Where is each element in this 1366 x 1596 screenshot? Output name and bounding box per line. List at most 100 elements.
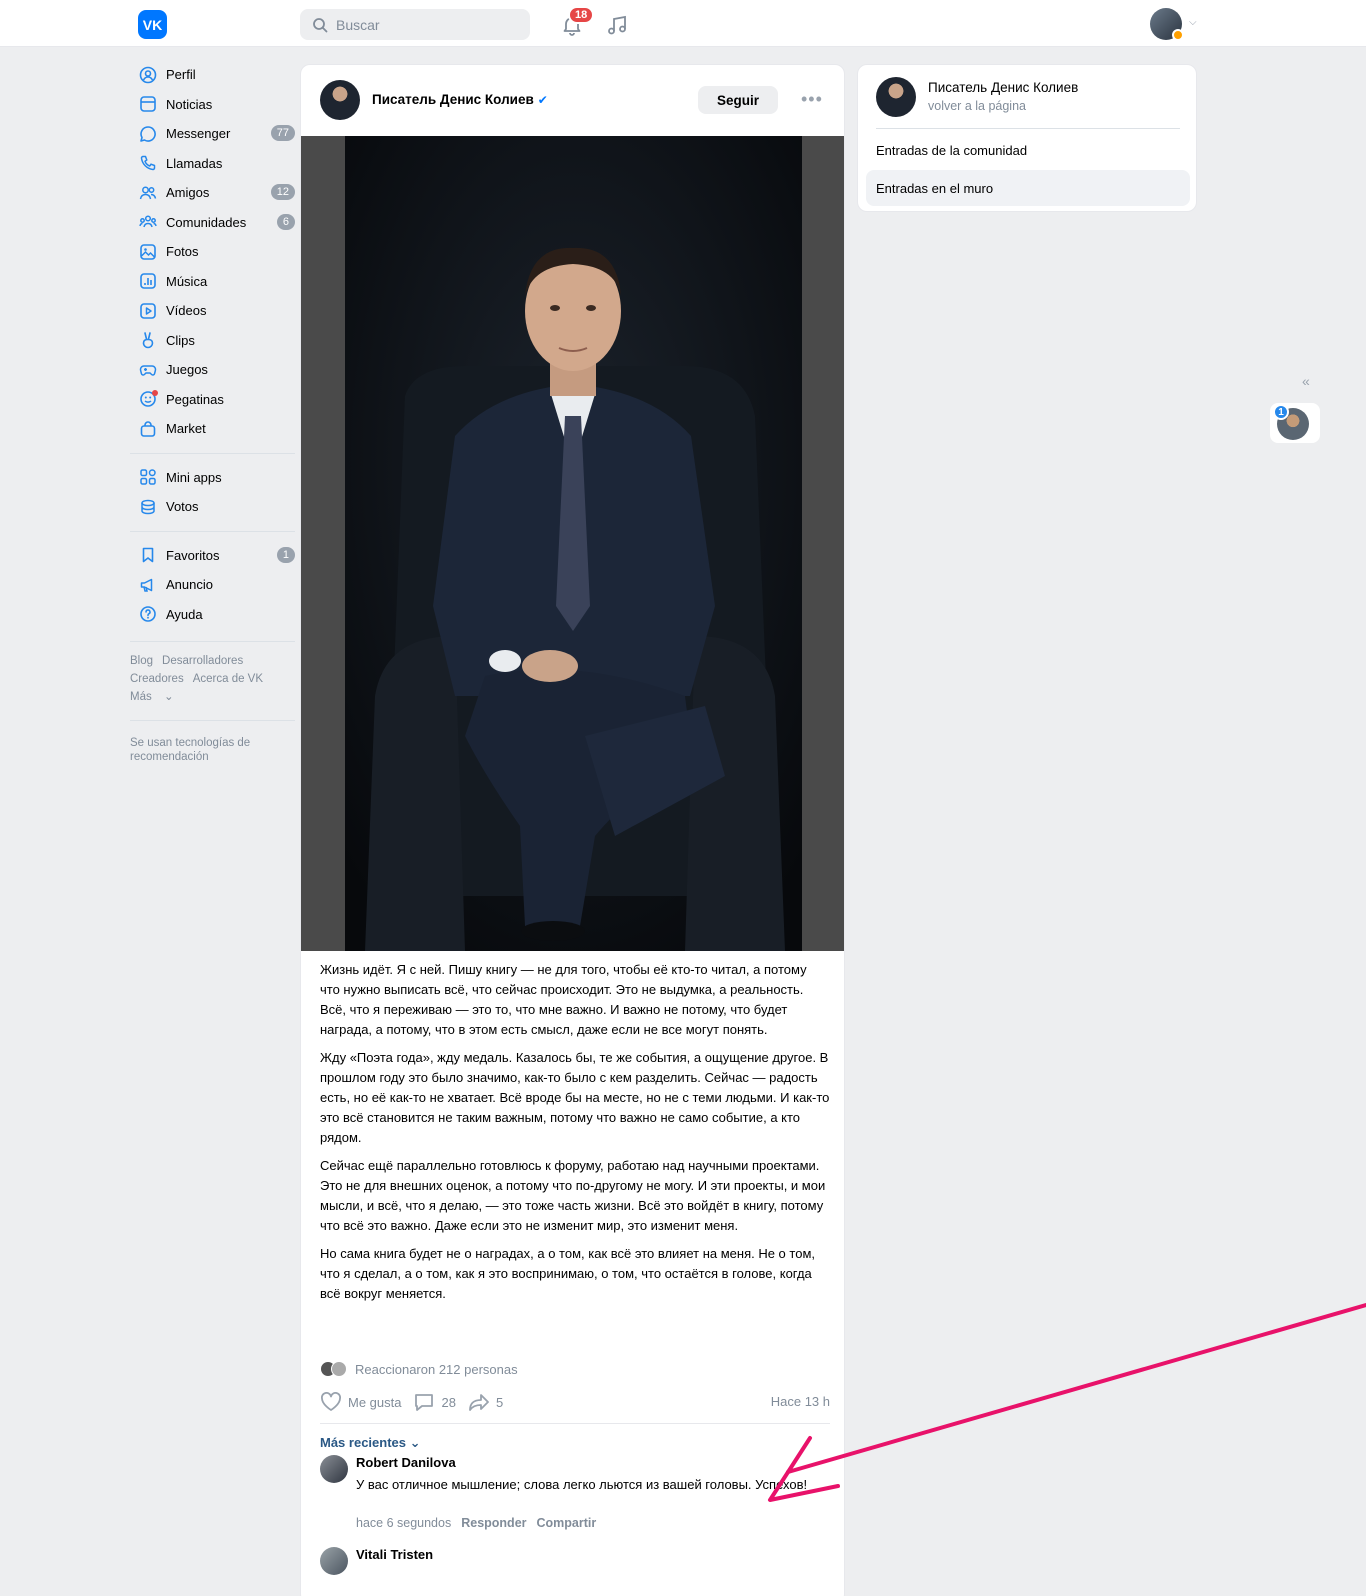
phone-icon xyxy=(138,153,158,173)
reply-button[interactable]: Responder xyxy=(461,1516,526,1530)
tab-wall-posts[interactable]: Entradas en el muro xyxy=(866,170,1190,206)
post-text: Жизнь идёт. Я с ней. Пишу книгу — не для… xyxy=(320,960,830,1312)
commenter-name[interactable]: Robert Danilova xyxy=(356,1455,456,1470)
back-to-page-link[interactable]: volver a la página xyxy=(928,99,1026,113)
nav-item-comunidades[interactable]: Comunidades 6 xyxy=(130,208,295,238)
nav-label: Juegos xyxy=(166,362,208,378)
nav-item-messenger[interactable]: Messenger 77 xyxy=(130,119,295,149)
comment-button[interactable]: 28 xyxy=(413,1392,456,1412)
count-badge: 6 xyxy=(276,213,295,230)
photo-icon xyxy=(138,242,158,262)
nav-divider xyxy=(130,641,295,642)
reactions-summary[interactable]: Reaccionaron 212 personas xyxy=(320,1361,518,1377)
communities-icon xyxy=(138,212,158,232)
post-paragraph: Сейчас ещё параллельно готовлюсь к форум… xyxy=(320,1158,826,1233)
footer-link-creators[interactable]: Creadores xyxy=(130,673,184,685)
post-actions: Me gusta 28 5 Hace 13 h xyxy=(320,1390,830,1414)
coins-icon xyxy=(138,497,158,517)
page-name[interactable]: Писатель Денис Колиев xyxy=(928,80,1078,95)
share-button[interactable]: 5 xyxy=(468,1392,503,1412)
search-icon xyxy=(313,17,328,32)
comments-sort-dropdown[interactable]: Más recientes ⌄ xyxy=(320,1435,421,1451)
comment-time[interactable]: hace 6 segundos xyxy=(356,1516,451,1530)
post-time[interactable]: Hace 13 h xyxy=(771,1394,830,1409)
recommendation-note[interactable]: Se usan tecnologías de recomendación xyxy=(130,736,295,764)
commenter-avatar[interactable] xyxy=(320,1547,348,1575)
comment-share-button[interactable]: Compartir xyxy=(537,1516,597,1530)
search-input[interactable] xyxy=(336,16,516,33)
post-photo-frame[interactable] xyxy=(301,136,844,951)
nav-label: Anuncio xyxy=(166,577,213,593)
nav-item-votos[interactable]: Votos xyxy=(130,492,295,522)
status-dot-icon xyxy=(1172,29,1184,41)
post-paragraph: Жизнь идёт. Я с ней. Пишу книгу — не для… xyxy=(320,962,807,1037)
nav-item-mini-apps[interactable]: Mini apps xyxy=(130,463,295,493)
nav-label: Noticias xyxy=(166,96,213,112)
nav-item-market[interactable]: Market xyxy=(130,414,295,444)
nav-item-fotos[interactable]: Fotos xyxy=(130,237,295,267)
more-options-icon[interactable]: ••• xyxy=(801,89,823,110)
nav-item-favoritos[interactable]: Favoritos 1 xyxy=(130,541,295,571)
nav-label: Pegatinas xyxy=(166,391,224,407)
nav-item-llamadas[interactable]: Llamadas xyxy=(130,149,295,179)
footer-more-label: Más xyxy=(130,691,152,703)
nav-item-anuncio[interactable]: Anuncio xyxy=(130,570,295,600)
footer-link-blog[interactable]: Blog xyxy=(130,655,153,667)
nav-item-juegos[interactable]: Juegos xyxy=(130,355,295,385)
nav-label: Perfil xyxy=(166,67,196,83)
nav-label: Mini apps xyxy=(166,469,222,485)
friends-icon xyxy=(138,183,158,203)
follow-button[interactable]: Seguir xyxy=(698,86,778,114)
nav-item-pegatinas[interactable]: Pegatinas xyxy=(130,385,295,415)
collapse-chevrons-icon[interactable]: « xyxy=(1302,373,1310,389)
news-icon xyxy=(138,94,158,114)
shares-count: 5 xyxy=(495,1394,504,1410)
nav-label: Vídeos xyxy=(166,303,207,319)
nav-item-ayuda[interactable]: Ayuda xyxy=(130,600,295,630)
vk-logo-icon[interactable]: VK xyxy=(138,10,167,39)
nav-label: Votos xyxy=(166,499,199,515)
heart-icon xyxy=(321,1392,341,1411)
nav-item-videos[interactable]: Vídeos xyxy=(130,296,295,326)
comment-text: У вас отличное мышление; слова легко лью… xyxy=(356,1477,808,1492)
nav-item-musica[interactable]: Música xyxy=(130,267,295,297)
reactor-avatar xyxy=(331,1361,347,1377)
post-paragraph: Но сама книга будет не о наградах, а о т… xyxy=(320,1246,815,1301)
search-box[interactable] xyxy=(300,9,530,40)
like-button[interactable]: Me gusta xyxy=(320,1392,401,1412)
gamepad-icon xyxy=(138,360,158,380)
reactions-text: Reaccionaron 212 personas xyxy=(355,1361,518,1377)
commenter-avatar[interactable] xyxy=(320,1455,348,1483)
verified-check-icon: ✔ xyxy=(537,93,548,107)
music-note-icon[interactable] xyxy=(605,13,629,37)
author-avatar[interactable] xyxy=(320,80,360,120)
post-header: Писатель Денис Колиев ✔ Seguir ••• xyxy=(301,65,844,135)
like-label: Me gusta xyxy=(348,1394,402,1410)
right-panel: Писатель Денис Колиев volver a la página… xyxy=(857,64,1197,212)
nav-item-perfil[interactable]: Perfil xyxy=(130,60,295,90)
page-avatar[interactable] xyxy=(876,77,916,117)
portrait-illustration xyxy=(345,136,802,951)
chevron-down-icon: ⌄ xyxy=(163,691,174,703)
nav-item-clips[interactable]: Clips xyxy=(130,326,295,356)
post-author-name[interactable]: Писатель Денис Колиев ✔ xyxy=(372,92,548,107)
footer-link-more[interactable]: Más ⌄ xyxy=(130,691,183,703)
clips-icon xyxy=(138,330,158,350)
nav-label: Clips xyxy=(166,332,195,348)
music-icon xyxy=(138,271,158,291)
commenter-name[interactable]: Vitali Tristen xyxy=(356,1547,433,1562)
chevron-down-icon[interactable]: ⌵ xyxy=(1189,17,1197,28)
nav-label: Favoritos xyxy=(166,547,220,563)
footer-link-about[interactable]: Acerca de VK xyxy=(193,673,263,685)
nav-label: Llamadas xyxy=(166,155,223,171)
new-dot-icon xyxy=(152,389,158,396)
nav-item-amigos[interactable]: Amigos 12 xyxy=(130,178,295,208)
count-badge: 77 xyxy=(270,125,295,141)
tab-community-posts[interactable]: Entradas de la comunidad xyxy=(866,132,1190,168)
footer-link-devs[interactable]: Desarrolladores xyxy=(162,655,243,667)
divider xyxy=(876,128,1180,129)
nav-divider xyxy=(130,530,295,532)
nav-item-noticias[interactable]: Noticias xyxy=(130,90,295,120)
count-badge: 1 xyxy=(276,546,295,563)
grid-icon xyxy=(138,467,158,487)
